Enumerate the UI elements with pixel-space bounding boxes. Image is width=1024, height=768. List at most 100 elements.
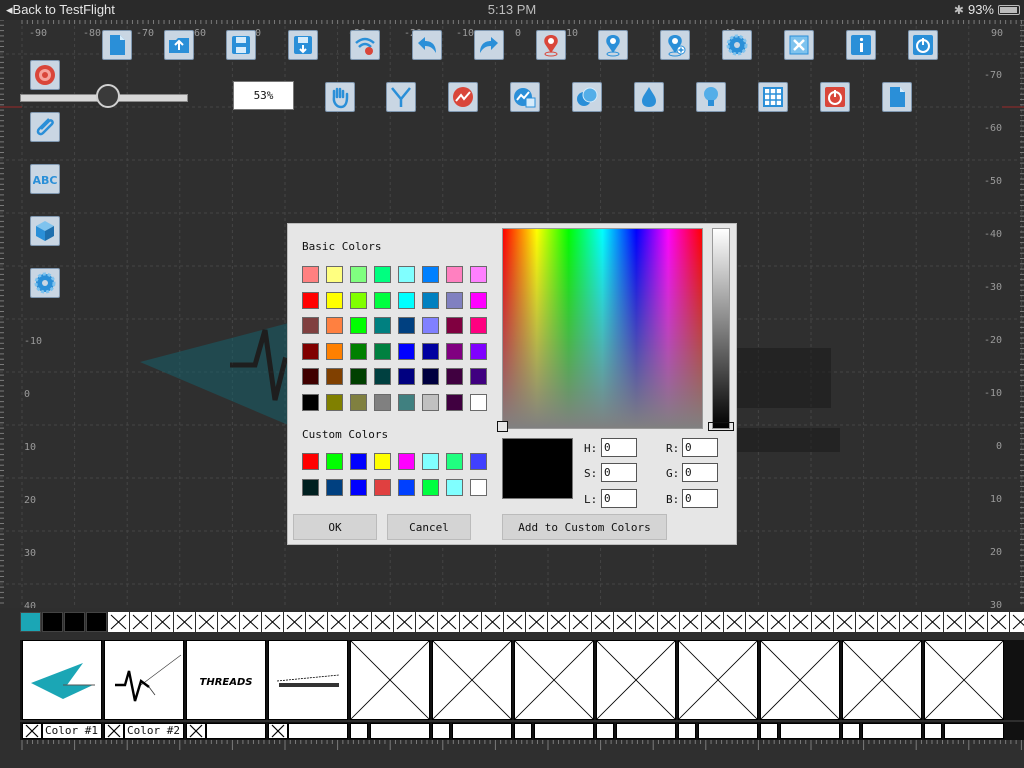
thread-color-slot[interactable] xyxy=(944,612,965,632)
basic-color-swatch[interactable] xyxy=(350,368,367,385)
zoom-slider[interactable] xyxy=(20,84,188,108)
thread-color-slot[interactable] xyxy=(218,612,239,632)
basic-color-swatch[interactable] xyxy=(422,368,439,385)
luminance-slider-arrow[interactable] xyxy=(708,422,734,431)
remove-color-icon-button[interactable] xyxy=(186,723,206,739)
remove-color-icon-button[interactable] xyxy=(104,723,124,739)
basic-color-swatch[interactable] xyxy=(374,342,391,360)
thread-color-slot[interactable] xyxy=(328,612,349,632)
thread-color-slot[interactable] xyxy=(680,612,701,632)
thread-color-slot[interactable] xyxy=(966,612,987,632)
thread-color-slot[interactable] xyxy=(658,612,679,632)
custom-color-swatch[interactable] xyxy=(446,453,463,470)
thread-color-slot[interactable] xyxy=(306,612,327,632)
basic-color-swatch[interactable] xyxy=(470,317,487,334)
basic-color-swatch[interactable] xyxy=(446,368,463,385)
thread-color-slot[interactable] xyxy=(64,612,85,632)
thread-color-slot[interactable] xyxy=(152,612,173,632)
thread-color-slot[interactable] xyxy=(86,612,107,632)
toolbar-location-pin-red-button[interactable] xyxy=(536,30,566,60)
basic-color-swatch[interactable] xyxy=(398,342,415,360)
custom-color-swatch[interactable] xyxy=(470,453,487,470)
toolbar-location-pin-button[interactable] xyxy=(598,30,628,60)
thread-color-slot[interactable] xyxy=(262,612,283,632)
custom-color-swatch[interactable] xyxy=(350,453,367,470)
thread-color-slot[interactable] xyxy=(834,612,855,632)
basic-color-swatch[interactable] xyxy=(326,317,343,334)
toolbar-save-button[interactable] xyxy=(226,30,256,60)
custom-color-swatch[interactable] xyxy=(398,478,415,496)
toolbar-node-edit-button[interactable] xyxy=(386,82,416,112)
empty-label-slot[interactable] xyxy=(514,723,532,739)
zoom-percent-field[interactable]: 53% xyxy=(233,81,294,110)
basic-color-swatch[interactable] xyxy=(422,393,439,411)
basic-color-swatch[interactable] xyxy=(350,317,367,334)
hue-input[interactable]: 0 xyxy=(601,438,637,457)
empty-thumbnail[interactable] xyxy=(678,640,758,720)
color-3-label[interactable] xyxy=(206,723,266,739)
ok-button[interactable]: OK xyxy=(293,514,377,540)
side-abc-text-button[interactable]: ABC xyxy=(30,164,60,194)
spectrum-crosshair[interactable] xyxy=(497,421,508,432)
toolbar-wireless-button[interactable] xyxy=(350,30,380,60)
thread-color-slot[interactable] xyxy=(1010,612,1024,632)
empty-thumbnail[interactable] xyxy=(514,640,594,720)
basic-color-swatch[interactable] xyxy=(470,393,487,411)
basic-color-swatch[interactable] xyxy=(350,393,367,411)
thread-color-slot[interactable] xyxy=(284,612,305,632)
thread-color-slot[interactable] xyxy=(240,612,261,632)
toolbar-water-drop-button[interactable] xyxy=(634,82,664,112)
thread-color-slot[interactable] xyxy=(988,612,1009,632)
empty-label-field[interactable] xyxy=(370,723,430,739)
custom-color-swatch[interactable] xyxy=(374,453,391,470)
custom-color-swatch[interactable] xyxy=(302,478,319,496)
thread-color-slot[interactable] xyxy=(702,612,723,632)
basic-color-swatch[interactable] xyxy=(302,317,319,334)
color-4-label[interactable] xyxy=(288,723,348,739)
thread-color-slot[interactable] xyxy=(878,612,899,632)
saturation-input[interactable]: 0 xyxy=(601,463,637,482)
thread-color-slot[interactable] xyxy=(746,612,767,632)
toolbar-save-download-button[interactable] xyxy=(288,30,318,60)
basic-color-swatch[interactable] xyxy=(302,266,319,283)
basic-color-swatch[interactable] xyxy=(374,266,391,283)
thread-color-slot[interactable] xyxy=(526,612,547,632)
empty-label-field[interactable] xyxy=(452,723,512,739)
basic-color-swatch[interactable] xyxy=(350,342,367,360)
side-paperclip-button[interactable] xyxy=(30,112,60,142)
thumb-teal-arrow[interactable] xyxy=(22,640,102,720)
basic-color-swatch[interactable] xyxy=(398,317,415,334)
custom-color-swatch[interactable] xyxy=(446,478,463,496)
toolbar-undo-button[interactable] xyxy=(412,30,442,60)
thread-color-slot[interactable] xyxy=(592,612,613,632)
custom-color-swatch[interactable] xyxy=(374,478,391,496)
empty-thumbnail[interactable] xyxy=(350,640,430,720)
thread-color-slot[interactable] xyxy=(768,612,789,632)
empty-label-field[interactable] xyxy=(780,723,840,739)
thread-color-slot[interactable] xyxy=(614,612,635,632)
custom-color-swatch[interactable] xyxy=(326,478,343,496)
basic-color-swatch[interactable] xyxy=(422,266,439,283)
red-input[interactable]: 0 xyxy=(682,438,718,457)
basic-color-swatch[interactable] xyxy=(302,393,319,411)
empty-thumbnail[interactable] xyxy=(924,640,1004,720)
custom-color-swatch[interactable] xyxy=(302,453,319,470)
toolbar-trend-line-button[interactable] xyxy=(448,82,478,112)
basic-color-swatch[interactable] xyxy=(326,342,343,360)
toolbar-info-button[interactable] xyxy=(846,30,876,60)
empty-label-field[interactable] xyxy=(616,723,676,739)
empty-label-field[interactable] xyxy=(862,723,922,739)
thread-color-slot[interactable] xyxy=(108,612,129,632)
toolbar-blank-page-button[interactable] xyxy=(882,82,912,112)
empty-label-slot[interactable] xyxy=(432,723,450,739)
thread-color-slot[interactable] xyxy=(548,612,569,632)
basic-color-swatch[interactable] xyxy=(470,342,487,360)
thread-color-slot[interactable] xyxy=(416,612,437,632)
toolbar-grid-table-button[interactable] xyxy=(758,82,788,112)
thread-color-slot[interactable] xyxy=(482,612,503,632)
thread-color-slot[interactable] xyxy=(504,612,525,632)
thread-color-slot[interactable] xyxy=(350,612,371,632)
thread-color-slot[interactable] xyxy=(130,612,151,632)
toolbar-hand-pan-button[interactable] xyxy=(325,82,355,112)
basic-color-swatch[interactable] xyxy=(446,317,463,334)
